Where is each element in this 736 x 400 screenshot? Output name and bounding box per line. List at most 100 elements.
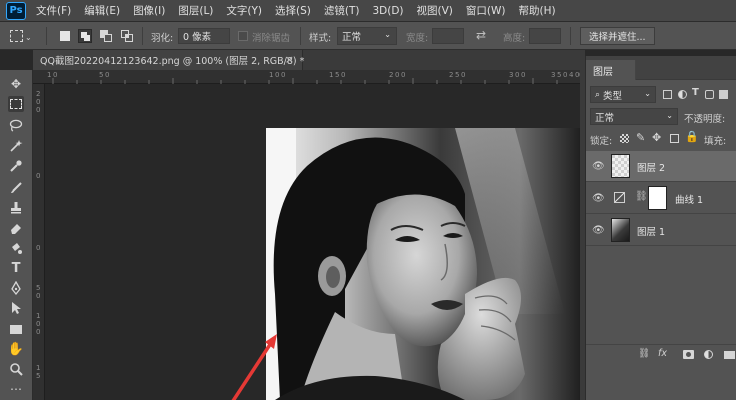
- filter-shape-icon[interactable]: [705, 90, 714, 99]
- height-label: 高度:: [503, 33, 526, 44]
- filter-smart-object-icon[interactable]: [719, 90, 728, 99]
- layer-name: 图层 2: [637, 163, 666, 174]
- menu-window[interactable]: 窗口(W): [466, 3, 506, 18]
- layers-panel-tab[interactable]: 图层: [586, 60, 636, 80]
- chevron-down-icon: ⌄: [384, 30, 391, 39]
- menu-bar: Ps 文件(F) 编辑(E) 图像(I) 图层(L) 文字(Y) 选择(S) 滤…: [0, 0, 736, 22]
- ruler-label: 1: [329, 71, 334, 79]
- layers-panel: 图层 ⌕ 类型 ⌄ T 正常 ⌄ 不透明度: 锁定: ✎ ✥ 🔒 填充: 👁 图…: [585, 56, 736, 400]
- eyedropper-tool-icon[interactable]: [8, 158, 24, 174]
- path-selection-tool-icon[interactable]: [8, 300, 24, 316]
- height-input[interactable]: [529, 28, 561, 44]
- ruler-label: 5: [335, 71, 340, 79]
- lock-image-icon[interactable]: ✎: [636, 131, 645, 144]
- lock-transparent-icon[interactable]: [620, 134, 629, 143]
- ruler-label: 4: [569, 71, 574, 79]
- filter-adjustment-icon[interactable]: [678, 90, 687, 99]
- lock-label: 锁定:: [590, 136, 613, 147]
- select-and-mask-button[interactable]: 选择并遮住...: [580, 27, 655, 45]
- intersect-selection-icon[interactable]: [121, 30, 133, 42]
- eraser-tool-icon[interactable]: [8, 220, 24, 236]
- zoom-tool-icon[interactable]: [8, 361, 24, 377]
- rectangle-tool-icon[interactable]: [8, 321, 24, 337]
- layer-row[interactable]: 👁 图层 2: [586, 151, 736, 182]
- style-select-value: 正常: [342, 32, 362, 43]
- style-label: 样式:: [309, 33, 332, 44]
- add-to-selection-icon[interactable]: [78, 29, 92, 43]
- ruler-label: 0: [36, 320, 41, 328]
- layer-thumbnail: [611, 218, 630, 242]
- visibility-eye-icon[interactable]: 👁: [592, 193, 605, 204]
- ruler-label: 0: [36, 98, 41, 106]
- menu-help[interactable]: 帮助(H): [519, 3, 556, 18]
- gradient-tool-icon[interactable]: [8, 240, 24, 256]
- filter-pixel-icon[interactable]: [663, 90, 672, 99]
- layer-style-button[interactable]: fx: [658, 348, 667, 359]
- document-canvas[interactable]: [45, 84, 583, 400]
- layer-row[interactable]: 👁 ⛓ 曲线 1: [586, 183, 736, 214]
- menu-type[interactable]: 文字(Y): [226, 3, 262, 18]
- lock-position-icon[interactable]: ✥: [652, 131, 661, 144]
- ruler-label: 5: [557, 71, 562, 79]
- close-icon[interactable]: ×: [285, 53, 294, 66]
- ruler-label: 0: [275, 71, 280, 79]
- ruler-label: 0: [395, 71, 400, 79]
- photoshop-logo: Ps: [6, 1, 26, 20]
- ruler-label: 0: [36, 106, 41, 114]
- stamp-tool-icon[interactable]: [8, 200, 24, 216]
- menu-file[interactable]: 文件(F): [36, 3, 71, 18]
- visibility-eye-icon[interactable]: 👁: [592, 225, 605, 236]
- menu-3d[interactable]: 3D(D): [372, 5, 403, 17]
- layer-row[interactable]: 👁 图层 1: [586, 215, 736, 246]
- new-selection-icon[interactable]: [60, 31, 70, 41]
- magic-wand-tool-icon[interactable]: [8, 138, 24, 154]
- filter-type-icon[interactable]: T: [692, 87, 699, 98]
- blend-mode-value: 正常: [595, 112, 615, 124]
- width-input[interactable]: [432, 28, 464, 44]
- lock-artboard-icon[interactable]: [670, 134, 679, 143]
- ruler-vertical: 2 0 0 0 0 5 0 1 0 0 1 5: [33, 84, 45, 400]
- antialias-checkbox[interactable]: [238, 31, 248, 41]
- move-tool-icon[interactable]: ✥: [8, 76, 24, 92]
- menu-edit[interactable]: 编辑(E): [84, 3, 120, 18]
- swap-width-height-icon[interactable]: ⇄: [476, 28, 486, 42]
- layers-tab-label: 图层: [593, 66, 613, 78]
- marquee-tool-preset-icon[interactable]: ⌄: [10, 29, 32, 43]
- antialias-label: 消除锯齿: [252, 33, 291, 44]
- menu-view[interactable]: 视图(V): [417, 3, 453, 18]
- lock-all-icon[interactable]: 🔒: [685, 130, 699, 143]
- subtract-from-selection-icon[interactable]: [100, 30, 112, 42]
- document-tab-title: QQ截图20220412123642.png @ 100% (图层 2, RGB…: [40, 56, 305, 67]
- ruler-label: 2: [449, 71, 454, 79]
- feather-input[interactable]: 0 像素: [178, 28, 230, 44]
- lasso-tool-icon[interactable]: [8, 117, 24, 133]
- add-mask-icon[interactable]: [683, 350, 694, 359]
- marquee-tool-icon[interactable]: [8, 96, 24, 112]
- pen-tool-icon[interactable]: [8, 280, 24, 296]
- curves-adjustment-icon: [614, 192, 625, 203]
- link-layers-icon[interactable]: ⛓: [638, 348, 650, 359]
- new-group-icon[interactable]: [724, 351, 735, 359]
- menu-select[interactable]: 选择(S): [275, 3, 311, 18]
- ruler-label: 3: [509, 71, 514, 79]
- brush-tool-icon[interactable]: [8, 180, 24, 196]
- ruler-label: 0: [36, 244, 41, 252]
- menu-image[interactable]: 图像(I): [133, 3, 165, 18]
- ruler-label: 0: [281, 71, 286, 79]
- document-tab[interactable]: QQ截图20220412123642.png @ 100% (图层 2, RGB…: [33, 50, 305, 70]
- ruler-label: 2: [36, 90, 41, 98]
- style-select[interactable]: 正常 ⌄: [337, 27, 397, 45]
- blend-mode-select[interactable]: 正常 ⌄: [590, 108, 678, 125]
- layer-name: 曲线 1: [675, 195, 704, 206]
- menu-layer[interactable]: 图层(L): [178, 3, 213, 18]
- adjustment-layer-icon[interactable]: [704, 350, 713, 359]
- type-tool-icon[interactable]: T: [8, 260, 24, 276]
- tools-panel: ✥ T ✋ ⋯: [0, 70, 33, 400]
- menu-filter[interactable]: 滤镜(T): [324, 3, 360, 18]
- more-tools-icon[interactable]: ⋯: [8, 381, 24, 397]
- ruler-label: 5: [36, 284, 41, 292]
- visibility-eye-icon[interactable]: 👁: [592, 161, 605, 172]
- hand-tool-icon[interactable]: ✋: [8, 341, 24, 357]
- ruler-label: 0: [36, 328, 41, 336]
- layer-filter-select[interactable]: ⌕ 类型 ⌄: [590, 86, 656, 103]
